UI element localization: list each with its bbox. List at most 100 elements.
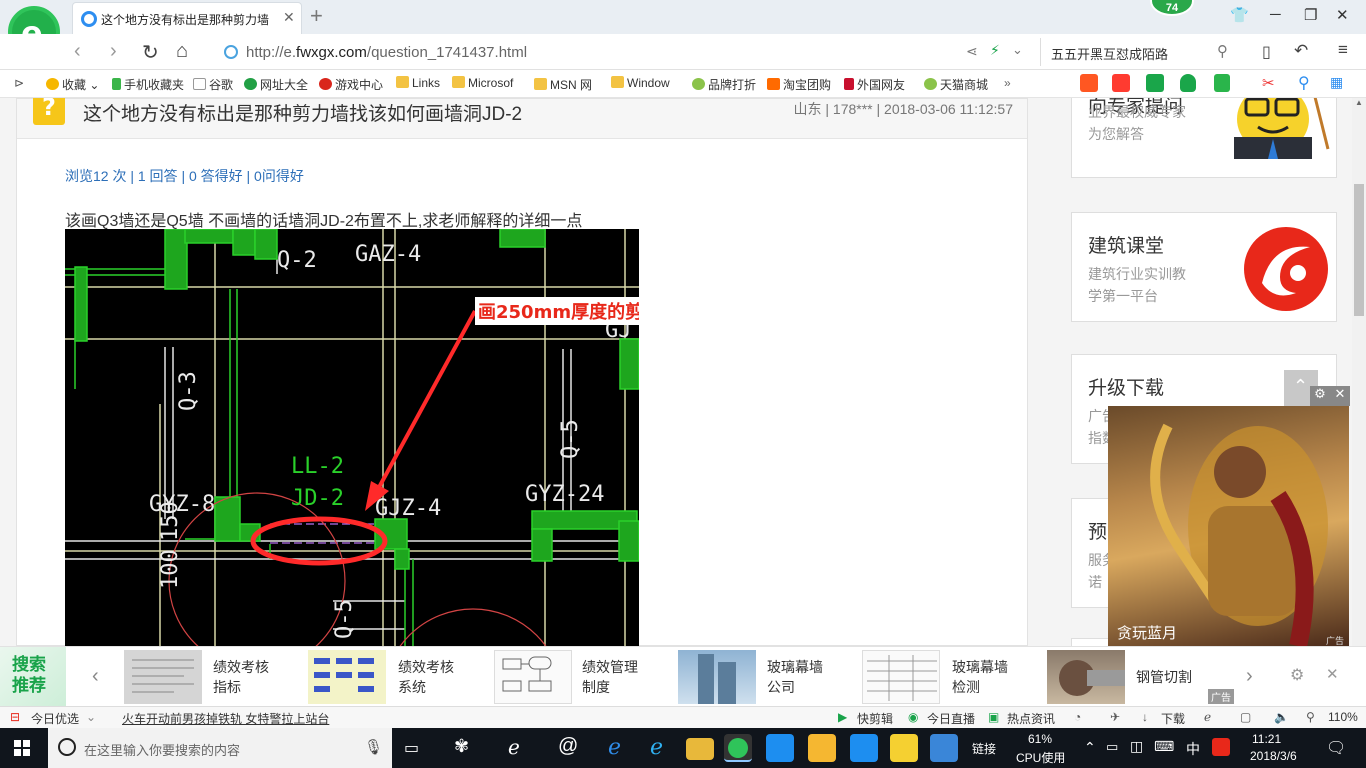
back-icon[interactable]: ‹ [74, 40, 81, 63]
recommend-thumbnail[interactable] [308, 650, 386, 704]
taskbar-search[interactable]: 在这里输入你要搜索的内容 🎙 [48, 728, 392, 768]
search-box[interactable]: 五五开黑互怼成陌路 ⚲ [1040, 38, 1240, 66]
minimize-icon[interactable]: ─ [1270, 6, 1281, 23]
today-picks[interactable]: 今日优选 [31, 710, 79, 727]
bookmark-folder[interactable]: Window [611, 76, 670, 90]
browser-mode-icon[interactable]: ℯ [1204, 710, 1211, 724]
recommend-item[interactable]: 玻璃幕墙 公司 [767, 657, 823, 697]
update-badge[interactable]: 74 [1150, 0, 1194, 16]
network-icon[interactable]: ◫ [1130, 738, 1143, 755]
active-browser-icon[interactable] [724, 734, 752, 762]
prev-arrow-icon[interactable]: ‹ [92, 665, 99, 688]
next-arrow-icon[interactable]: › [1246, 665, 1253, 688]
g-app-icon[interactable] [766, 734, 794, 762]
recommend-item[interactable]: 玻璃幕墙 检测 [952, 657, 1008, 697]
battery-icon[interactable]: ▭ [1106, 739, 1118, 755]
ime-indicator[interactable]: 中 [1186, 739, 1200, 759]
scissors-icon[interactable]: ✂ [1262, 74, 1275, 92]
download-link[interactable]: 下载 [1161, 710, 1185, 727]
sidecard-ask-expert[interactable]: 向专家提问 业界最权威专家 为您解答 [1071, 98, 1337, 178]
notification-icon[interactable]: 🗨 [1326, 738, 1346, 758]
download-icon[interactable]: ↓ [1142, 710, 1148, 724]
bookmark-item[interactable]: 收藏 ⌄ [46, 76, 99, 93]
keyboard-icon[interactable]: ⌨ [1154, 738, 1174, 755]
recommend-item[interactable]: 钢管切割 [1136, 667, 1192, 687]
windows-start-icon[interactable] [14, 740, 30, 756]
undo-icon[interactable]: ↶ [1294, 41, 1308, 61]
recommend-thumbnail[interactable] [678, 650, 756, 704]
sidebar-toggle-icon[interactable]: ⊳ [14, 76, 24, 90]
translate-icon[interactable] [1214, 74, 1230, 92]
news-headline[interactable]: 火车开动前男孩掉铁轨 女特警拉上站台 [122, 710, 329, 727]
window-icon[interactable]: ▢ [1240, 710, 1251, 724]
window-app-icon[interactable] [930, 734, 958, 762]
fan-app-icon[interactable]: ✾ [454, 736, 469, 757]
ad-settings-icon[interactable]: ⚙ [1310, 386, 1330, 406]
bookmark-item[interactable]: 品牌打折 [692, 76, 756, 93]
microphone-icon[interactable]: 🎙 [364, 738, 383, 756]
lightning-icon[interactable]: ⚡ [990, 42, 1000, 59]
discount-icon[interactable] [1112, 74, 1130, 92]
spiral-app-icon[interactable]: @ [558, 735, 578, 758]
grid-icon[interactable]: ▦ [1330, 74, 1343, 91]
ie-icon[interactable]: ℯ [646, 734, 674, 762]
search-input[interactable]: 五五开黑互怼成陌路 [1051, 44, 1168, 63]
mobile-icon[interactable]: ▯ [1262, 42, 1271, 62]
chevron-down-icon[interactable]: ⌄ [86, 710, 96, 724]
bookmark-item[interactable]: 外国网友 [844, 76, 905, 93]
recommend-item[interactable]: 绩效考核 系统 [398, 657, 454, 697]
refresh-icon[interactable]: ↻ [142, 40, 159, 65]
restore-icon[interactable]: ❐ [1304, 6, 1317, 24]
search-icon[interactable]: ⚲ [1217, 42, 1228, 60]
magnifier-icon[interactable]: ⚲ [1298, 73, 1310, 93]
recommend-thumbnail[interactable] [862, 650, 940, 704]
share-icon[interactable]: ⋖ [966, 43, 978, 60]
game-ad[interactable] [1108, 406, 1349, 646]
bookmark-item[interactable]: 淘宝团购 [767, 76, 831, 93]
more-bookmarks-icon[interactable]: » [1004, 76, 1011, 90]
clock-date[interactable]: 2018/3/6 [1250, 749, 1297, 763]
zoom-icon[interactable]: ⚲ [1306, 710, 1315, 724]
ad-close-icon[interactable]: ✕ [1330, 386, 1350, 406]
quick-cut-link[interactable]: 快剪辑 [857, 710, 893, 727]
bookmark-item[interactable]: 游戏中心 [319, 76, 383, 93]
book-icon[interactable] [1146, 74, 1164, 92]
recommend-item[interactable]: 绩效管理 制度 [582, 657, 638, 697]
live-link[interactable]: 今日直播 [927, 710, 975, 727]
hot-news-link[interactable]: 热点资讯 [1007, 710, 1055, 727]
new-tab-icon[interactable]: + [310, 3, 323, 29]
link-label[interactable]: 链接 [972, 740, 996, 757]
sogou-ime-icon[interactable] [1212, 738, 1230, 756]
browser-tab[interactable]: 这个地方没有标出是那种剪力墙 ✕ [72, 2, 302, 34]
sidecard-course[interactable]: 建筑课堂 建筑行业实训教 学第一平台 [1071, 212, 1337, 322]
settings-gear-icon[interactable]: ⚙ [1290, 665, 1304, 685]
bookmark-folder[interactable]: Microsof [452, 76, 513, 90]
recommend-thumbnail[interactable] [494, 650, 572, 704]
file-explorer-icon[interactable] [686, 738, 714, 760]
chevron-down-icon[interactable]: ⌄ [1012, 42, 1023, 58]
recommend-item[interactable]: 绩效考核 指标 [213, 657, 269, 697]
notes-app-icon[interactable] [808, 734, 836, 762]
close-icon[interactable]: ✕ [1326, 665, 1339, 683]
recommend-thumbnail[interactable] [1047, 650, 1125, 704]
clock-time[interactable]: 11:21 [1252, 732, 1281, 746]
scroll-up-icon[interactable]: ▲ [1355, 98, 1363, 107]
ad-title[interactable]: 贪玩蓝月 [1117, 622, 1177, 643]
bookmark-item[interactable]: 网址大全 [244, 76, 308, 93]
close-window-icon[interactable]: ✕ [1336, 6, 1349, 24]
taskbar-search-input[interactable]: 在这里输入你要搜索的内容 [84, 740, 240, 759]
zoom-level[interactable]: 110% [1328, 710, 1358, 724]
task-view-icon[interactable]: ▭ [404, 738, 419, 758]
plus-app-icon[interactable] [850, 734, 878, 762]
help-app-icon[interactable] [890, 734, 918, 762]
address-bar[interactable]: http://e.fwxgx.com/question_1741437.html… [214, 38, 1034, 66]
bookmark-item[interactable]: 手机收藏夹 [112, 76, 184, 93]
scrollbar-thumb[interactable] [1354, 184, 1364, 316]
bookmark-folder[interactable]: Links [396, 76, 440, 90]
bookmark-item[interactable]: 天猫商城 [924, 76, 988, 93]
skin-icon[interactable]: 👕 [1230, 6, 1249, 24]
recommend-thumbnail[interactable] [124, 650, 202, 704]
pin-icon[interactable]: ✈ [1110, 710, 1120, 724]
forward-icon[interactable]: › [110, 40, 117, 63]
menu-icon[interactable]: ≡ [1338, 40, 1348, 60]
